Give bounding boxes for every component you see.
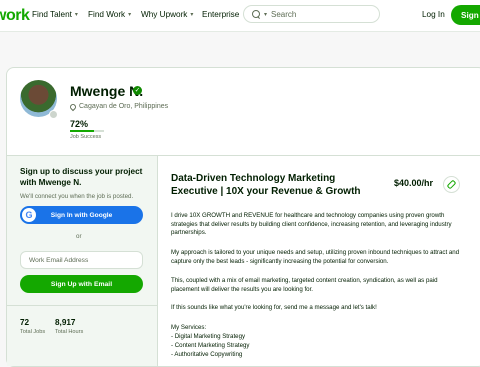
signup-button[interactable]: Sign bbox=[451, 5, 480, 25]
service-item: - Content Marketing Strategy bbox=[171, 342, 250, 349]
signup-panel-title: Sign up to discuss your project with Mwe… bbox=[20, 167, 143, 187]
job-success-bar-fill bbox=[70, 130, 95, 132]
total-hours-label: Total Hours bbox=[55, 329, 84, 335]
service-item: - Authoritative Copywriting bbox=[171, 351, 243, 358]
google-signin-button[interactable]: G Sign In with Google bbox=[20, 206, 143, 224]
email-field[interactable] bbox=[20, 251, 143, 269]
or-separator: or bbox=[76, 233, 82, 240]
nav-find-work[interactable]: Find Work ▾ bbox=[88, 10, 131, 19]
chevron-down-icon: ▾ bbox=[128, 12, 132, 18]
nav-find-talent[interactable]: Find Talent ▾ bbox=[32, 10, 78, 19]
google-signin-label: Sign In with Google bbox=[50, 211, 113, 219]
signup-panel-subtitle: We'll connect you when the job is posted… bbox=[20, 193, 134, 200]
email-signup-button[interactable]: Sign Up with Email bbox=[20, 275, 143, 293]
online-status-dot bbox=[49, 110, 58, 119]
link-icon bbox=[446, 179, 457, 190]
location-pin-icon bbox=[68, 102, 78, 111]
description-paragraph: I drive 10X GROWTH and REVENUE for healt… bbox=[171, 212, 452, 237]
verified-icon: ✓ bbox=[133, 86, 142, 95]
service-item: - Digital Marketing Strategy bbox=[171, 333, 246, 340]
copy-link-button[interactable] bbox=[443, 176, 460, 193]
total-hours-value: 8,917 bbox=[55, 318, 76, 327]
google-icon: G bbox=[22, 208, 36, 222]
nav-why-upwork[interactable]: Why Upwork ▾ bbox=[141, 10, 193, 19]
login-link[interactable]: Log In bbox=[422, 10, 445, 19]
sidebar-divider bbox=[7, 305, 157, 306]
search-bar[interactable]: ▾ Search bbox=[243, 5, 380, 23]
nav-why-upwork-label: Why Upwork bbox=[141, 10, 188, 19]
job-success-bar bbox=[70, 130, 104, 132]
total-jobs-label: Total Jobs bbox=[20, 329, 46, 335]
profile-title: Data-Driven Technology Marketing Executi… bbox=[171, 173, 361, 197]
search-placeholder: Search bbox=[271, 9, 297, 19]
chevron-down-icon: ▾ bbox=[190, 12, 194, 18]
nav-enterprise[interactable]: Enterprise bbox=[202, 10, 239, 19]
chevron-down-icon: ▾ bbox=[74, 12, 78, 18]
description-paragraph: My approach is tailored to your unique n… bbox=[171, 249, 460, 265]
services-heading: My Services: bbox=[171, 324, 207, 331]
total-jobs-value: 72 bbox=[20, 318, 30, 327]
search-icon bbox=[252, 10, 260, 18]
location: Cagayan de Oro, Philippines bbox=[68, 102, 169, 111]
location-text: Cagayan de Oro, Philippines bbox=[79, 103, 169, 110]
description-paragraph: This, coupled with a mix of email market… bbox=[171, 277, 438, 293]
job-success-value: 72% bbox=[70, 119, 89, 129]
upwork-logo[interactable]: work bbox=[0, 7, 30, 25]
nav-enterprise-label: Enterprise bbox=[202, 10, 240, 19]
chevron-down-icon: ▾ bbox=[264, 11, 268, 18]
nav-find-talent-label: Find Talent bbox=[32, 10, 72, 19]
nav-find-work-label: Find Work bbox=[88, 10, 126, 19]
top-navigation-bar: work Find Talent ▾ Find Work ▾ Why Upwor… bbox=[0, 0, 480, 32]
description-paragraph: If this sounds like what you're looking … bbox=[171, 304, 377, 311]
hourly-rate: $40.00/hr bbox=[394, 178, 434, 188]
job-success-label: Job Success bbox=[70, 134, 102, 140]
